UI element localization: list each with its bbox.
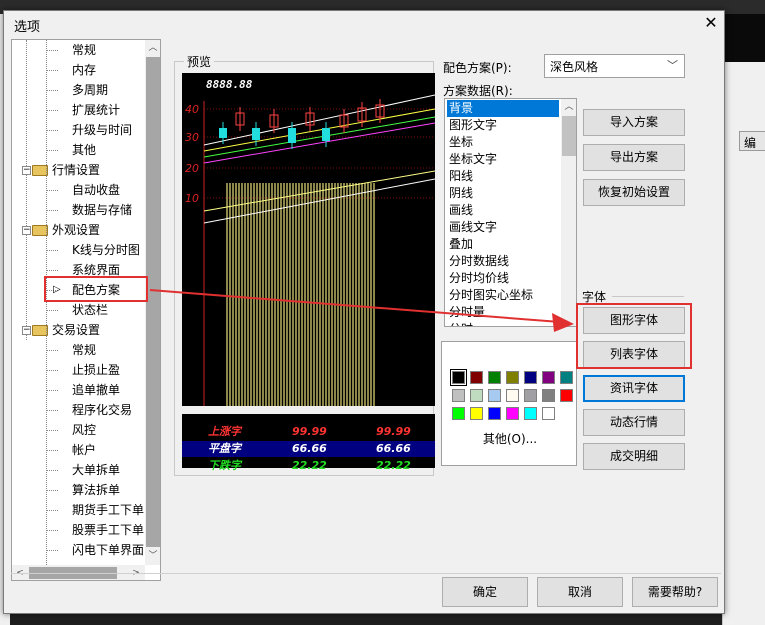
annotation-arrow-head xyxy=(552,313,574,332)
annotation-arrow-line xyxy=(149,289,561,323)
annotation-arrow xyxy=(149,289,574,332)
